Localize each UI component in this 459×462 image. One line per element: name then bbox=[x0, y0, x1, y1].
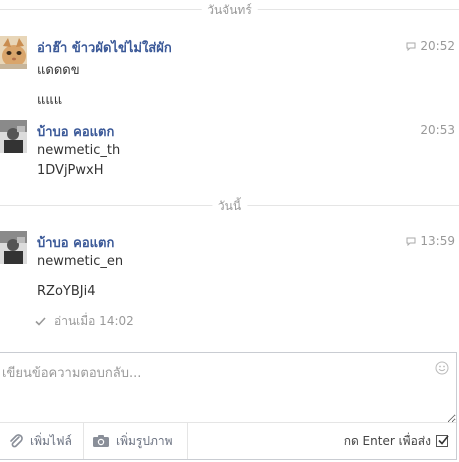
message-text: newmetic_th bbox=[37, 143, 121, 158]
speech-bubble-icon bbox=[406, 42, 416, 51]
message-text: newmetic_en bbox=[37, 254, 124, 269]
message-time: 20:52 bbox=[406, 39, 455, 53]
message-text: แแแ bbox=[37, 93, 63, 108]
message-time: 13:59 bbox=[406, 234, 455, 248]
checkbox-icon[interactable] bbox=[436, 435, 449, 447]
reply-input[interactable] bbox=[0, 353, 456, 423]
message-time-text: 20:53 bbox=[420, 123, 455, 137]
press-enter-label: กด Enter เพื่อส่ง bbox=[343, 433, 431, 448]
add-file-label: เพิ่มไฟล์ bbox=[30, 433, 72, 448]
avatar[interactable] bbox=[0, 231, 27, 264]
message-text: 1DVjPwxH bbox=[37, 163, 104, 178]
checkmark-icon bbox=[438, 435, 449, 445]
message-text: RZoYBJi4 bbox=[37, 284, 96, 299]
press-enter-to-send-option[interactable]: กด Enter เพื่อส่ง bbox=[343, 423, 449, 459]
speech-bubble-icon bbox=[406, 237, 416, 246]
add-photo-label: เพิ่มรูปภาพ bbox=[116, 433, 173, 448]
message-text: แดดดข bbox=[37, 63, 80, 78]
seen-indicator: อ่านเมื่อ 14:02 bbox=[35, 312, 134, 331]
sender-name[interactable]: บ้าบอ คอแตก bbox=[37, 121, 114, 142]
message-time-text: 13:59 bbox=[420, 234, 455, 248]
message-time: 20:53 bbox=[420, 123, 455, 137]
person-avatar-image bbox=[0, 231, 27, 264]
conversation-window: วันจันทร์ อ่าฮ๊า ข้าวผัดไข่ไม่ใส่ผัก 20:… bbox=[0, 0, 459, 462]
date-divider: วันนี้ bbox=[0, 196, 459, 216]
seen-text: อ่านเมื่อ 14:02 bbox=[54, 314, 134, 328]
message-time-text: 20:52 bbox=[420, 39, 455, 53]
person-avatar-image bbox=[0, 120, 27, 153]
add-photo-button[interactable]: เพิ่มรูปภาพ bbox=[84, 423, 188, 459]
reply-composer: เพิ่มไฟล์ เพิ่มรูปภาพ กด Enter เพื่อส่ง bbox=[0, 352, 457, 460]
avatar[interactable] bbox=[0, 120, 27, 153]
composer-toolbar: เพิ่มไฟล์ เพิ่มรูปภาพ กด Enter เพื่อส่ง bbox=[0, 422, 456, 459]
smiley-icon[interactable] bbox=[435, 361, 449, 375]
date-divider: วันจันทร์ bbox=[0, 0, 459, 20]
add-file-button[interactable]: เพิ่มไฟล์ bbox=[0, 423, 84, 459]
cat-avatar-image bbox=[0, 36, 27, 69]
sender-name[interactable]: อ่าฮ๊า ข้าวผัดไข่ไม่ใส่ผัก bbox=[37, 37, 172, 58]
sender-name[interactable]: บ้าบอ คอแตก bbox=[37, 232, 114, 253]
avatar[interactable] bbox=[0, 36, 27, 69]
date-divider-label: วันนี้ bbox=[211, 197, 248, 216]
paperclip-icon bbox=[10, 434, 23, 448]
camera-icon bbox=[93, 435, 109, 447]
date-divider-label: วันจันทร์ bbox=[201, 1, 258, 20]
checkmark-icon bbox=[35, 317, 46, 326]
